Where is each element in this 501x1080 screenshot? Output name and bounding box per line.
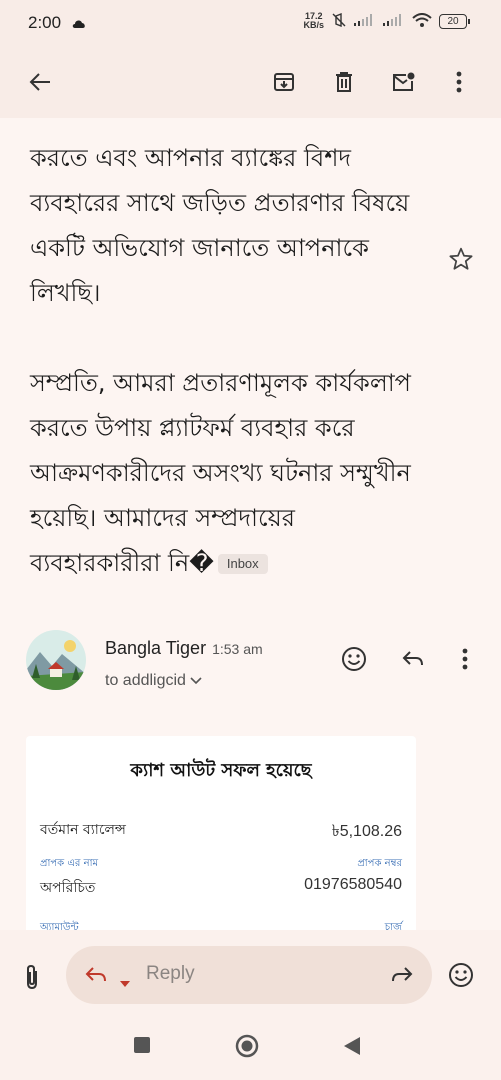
reply-icon[interactable] [398, 644, 428, 674]
signal-icon-2 [383, 14, 405, 28]
bottom-bar: Reply [0, 930, 501, 1080]
battery-icon: 20 [439, 13, 470, 29]
forward-icon[interactable] [390, 965, 414, 989]
email-paragraph-1: করতে এবং আপনার ব্যাঙ্কের বিশদ ব্যবহারের … [30, 144, 410, 307]
sender-row: Bangla Tiger 1:53 am to addligcid [0, 626, 501, 706]
receipt-title: ক্যাশ আউট সফল হয়েছে [130, 760, 312, 781]
balance-value: ৳5,108.26 [331, 823, 402, 840]
balance-row: বর্তমান ব্যালেন্স ৳5,108.26 [40, 818, 402, 845]
attach-icon[interactable] [22, 963, 42, 995]
recipient-number: 01976580540 [304, 876, 402, 893]
recipient-name-label: প্রাপক এর নাম [40, 858, 99, 869]
delete-icon[interactable] [330, 68, 358, 96]
wifi-icon [412, 13, 432, 29]
recipient-labels-row: প্রাপক এর নাম প্রাপক নম্বর [40, 856, 402, 873]
sender-name-line: Bangla Tiger 1:53 am [105, 638, 263, 659]
back-icon[interactable] [343, 1036, 361, 1060]
recents-icon[interactable] [133, 1036, 151, 1058]
archive-icon[interactable] [270, 68, 298, 96]
home-icon[interactable] [235, 1034, 259, 1062]
reply-field[interactable]: Reply [66, 946, 432, 1004]
emoji-icon[interactable] [448, 962, 474, 992]
recipient-details[interactable]: to addligcid [105, 672, 202, 690]
balance-label: বর্তমান ব্যালেন্স [40, 822, 126, 838]
sent-time: 1:53 am [212, 641, 263, 657]
app-bar [0, 48, 501, 118]
reply-placeholder: Reply [146, 963, 195, 984]
cloud-icon [72, 16, 86, 34]
recipient-values-row: অপরিচিত 01976580540 [40, 876, 402, 900]
amount-labels-row: অ্যামাউন্ট চার্জ [40, 920, 402, 930]
caret-down-icon[interactable] [120, 972, 130, 991]
mark-unread-icon[interactable] [389, 68, 417, 96]
back-arrow-icon[interactable] [26, 68, 54, 96]
system-nav-bar [0, 1022, 501, 1080]
sender-name: Bangla Tiger [105, 638, 207, 658]
chevron-down-icon [190, 672, 202, 689]
email-body: করতে এবং আপনার ব্যাঙ্কের বিশদ ব্যবহারের … [30, 136, 430, 586]
network-speed: 17.2 KB/s [303, 11, 324, 30]
mute-icon [331, 12, 347, 29]
reply-mode-icon[interactable] [84, 965, 108, 989]
star-icon[interactable] [448, 246, 474, 276]
more-vert-icon[interactable] [450, 644, 480, 674]
charge-label: চার্জ [384, 922, 402, 930]
inbox-label-chip[interactable]: Inbox [217, 554, 268, 574]
email-paragraph-2: সম্প্রতি, আমরা প্রতারণামূলক কার্যকলাপ কর… [30, 369, 411, 577]
recipient-name: অপরিচিত [40, 880, 96, 896]
status-bar: 2:00 17.2 KB/s 20 [0, 0, 501, 48]
status-time: 2:00 [28, 13, 62, 32]
recipient-number-label: প্রাপক নম্বর [357, 858, 402, 869]
more-vert-icon[interactable] [445, 68, 473, 96]
amount-label: অ্যামাউন্ট [40, 922, 79, 930]
signal-icon-1 [354, 14, 376, 28]
emoji-reaction-icon[interactable] [339, 644, 369, 674]
cashout-receipt: ক্যাশ আউট সফল হয়েছে বর্তমান ব্যালেন্স ৳… [26, 736, 416, 930]
avatar[interactable] [26, 630, 86, 690]
email-content: করতে এবং আপনার ব্যাঙ্কের বিশদ ব্যবহারের … [0, 118, 501, 930]
